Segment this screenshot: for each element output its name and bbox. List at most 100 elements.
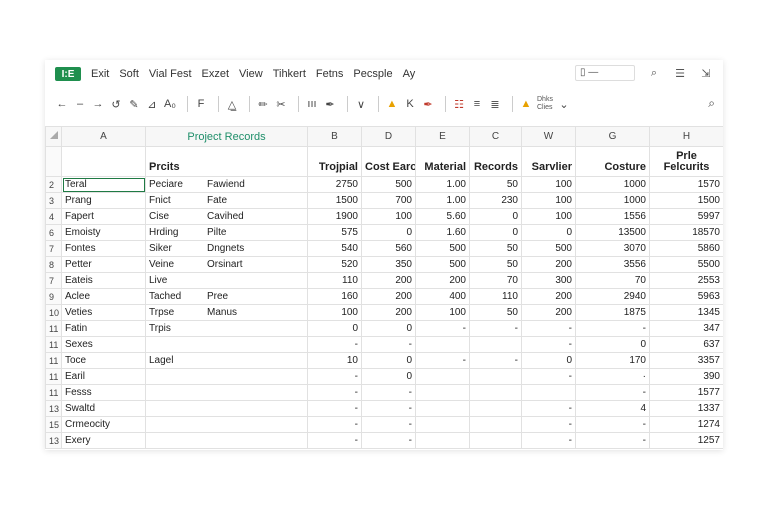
cell[interactable]: Cost Earol [361,146,416,177]
row-number[interactable]: 13 [45,400,62,417]
cell[interactable]: 230 [469,192,522,209]
select-all-corner[interactable] [45,126,62,147]
cell[interactable]: 50 [469,304,522,321]
fill-icon[interactable]: ⊿ [145,98,159,111]
justify-icon[interactable]: ≣ [488,98,502,111]
cell[interactable]: Trojpial [307,146,362,177]
column-header-w[interactable]: W [521,126,576,147]
column-header-c[interactable]: C [469,126,522,147]
cell[interactable]: 2553 [649,272,723,289]
row-number[interactable]: 9 [45,288,62,305]
cell[interactable]: - [575,432,650,449]
cell[interactable] [415,336,470,353]
cell[interactable]: 0 [361,224,416,241]
calendar-icon[interactable]: ☷ [452,98,466,111]
cell[interactable] [415,432,470,449]
cell[interactable]: 1000 [575,176,650,193]
cell[interactable]: Records [469,146,522,177]
cell[interactable]: 1.60 [415,224,470,241]
cell[interactable]: 500 [361,176,416,193]
cell[interactable]: Teral [61,176,146,193]
cell[interactable]: 100 [521,192,576,209]
cell[interactable]: Lagel [145,352,308,369]
pen-icon[interactable]: ✒ [323,98,337,111]
edit-icon[interactable]: ✏ [256,98,270,111]
cell[interactable]: 1257 [649,432,723,449]
cell[interactable]: 500 [415,240,470,257]
cell[interactable]: 2750 [307,176,362,193]
columns-icon[interactable]: ııı [305,98,319,110]
cell[interactable]: 100 [521,176,576,193]
cell[interactable]: - [361,432,416,449]
cell[interactable]: Toce [61,352,146,369]
cell[interactable]: 1337 [649,400,723,417]
cell[interactable] [415,384,470,401]
cell[interactable]: Veine Orsinart [145,256,308,273]
cell[interactable]: · [575,368,650,385]
cell[interactable]: 1577 [649,384,723,401]
cell[interactable]: 170 [575,352,650,369]
dash-icon[interactable]: – [73,98,87,110]
cell[interactable]: 100 [521,208,576,225]
cell[interactable]: 1570 [649,176,723,193]
cell[interactable]: 575 [307,224,362,241]
row-number[interactable] [45,146,62,177]
cell[interactable]: Swaltd [61,400,146,417]
cell[interactable]: - [307,384,362,401]
cell[interactable]: 0 [521,224,576,241]
cell[interactable]: Fnict Fate [145,192,308,209]
cell[interactable]: 350 [361,256,416,273]
cell[interactable]: 100 [361,208,416,225]
cell[interactable]: Cise Cavihed [145,208,308,225]
cell[interactable]: 0 [521,352,576,369]
cell[interactable]: Hrding Pilte [145,224,308,241]
cell[interactable]: 0 [575,336,650,353]
cell[interactable]: 200 [521,288,576,305]
cell[interactable]: 3556 [575,256,650,273]
cell[interactable]: - [575,416,650,433]
cell[interactable]: 1500 [307,192,362,209]
cell[interactable] [145,384,308,401]
row-number[interactable]: 8 [45,256,62,273]
cell[interactable] [521,384,576,401]
cell[interactable]: 500 [521,240,576,257]
cell[interactable]: - [521,336,576,353]
cell[interactable]: 200 [361,288,416,305]
row-number[interactable]: 3 [45,192,62,209]
cell[interactable] [145,432,308,449]
cell[interactable]: Emoisty [61,224,146,241]
cell[interactable]: - [307,416,362,433]
cell[interactable]: Fesss [61,384,146,401]
cell[interactable]: - [521,400,576,417]
cell[interactable]: 0 [361,320,416,337]
cell[interactable] [469,432,522,449]
cell[interactable]: Sexes [61,336,146,353]
column-header-g[interactable]: G [575,126,650,147]
cell[interactable]: 13500 [575,224,650,241]
cell[interactable]: 5860 [649,240,723,257]
cell[interactable]: 1875 [575,304,650,321]
cell[interactable] [145,400,308,417]
menu-item-exzet[interactable]: Exzet [202,68,230,80]
cell[interactable]: - [575,320,650,337]
cell[interactable]: 390 [649,368,723,385]
cell[interactable]: Eateis [61,272,146,289]
row-number[interactable]: 11 [45,336,62,353]
cell[interactable]: 0 [361,368,416,385]
cell[interactable]: - [415,320,470,337]
row-number[interactable]: 2 [45,176,62,193]
cell[interactable]: 70 [469,272,522,289]
pencil-icon[interactable]: ✎ [127,98,141,111]
cell[interactable]: Prle Felcurits [649,146,723,177]
cell[interactable] [469,416,522,433]
cell[interactable]: - [307,400,362,417]
cell[interactable]: Tached Pree [145,288,308,305]
search-icon[interactable]: ⌕ [647,67,661,80]
menu-item-exit[interactable]: Exit [91,68,109,80]
cell[interactable]: Fapert [61,208,146,225]
cell[interactable]: 200 [521,256,576,273]
cell[interactable]: Siker Dngnets [145,240,308,257]
menu-item-ay[interactable]: Ay [403,68,416,80]
warning-icon[interactable]: ▲ [385,98,399,110]
cell[interactable]: - [521,432,576,449]
